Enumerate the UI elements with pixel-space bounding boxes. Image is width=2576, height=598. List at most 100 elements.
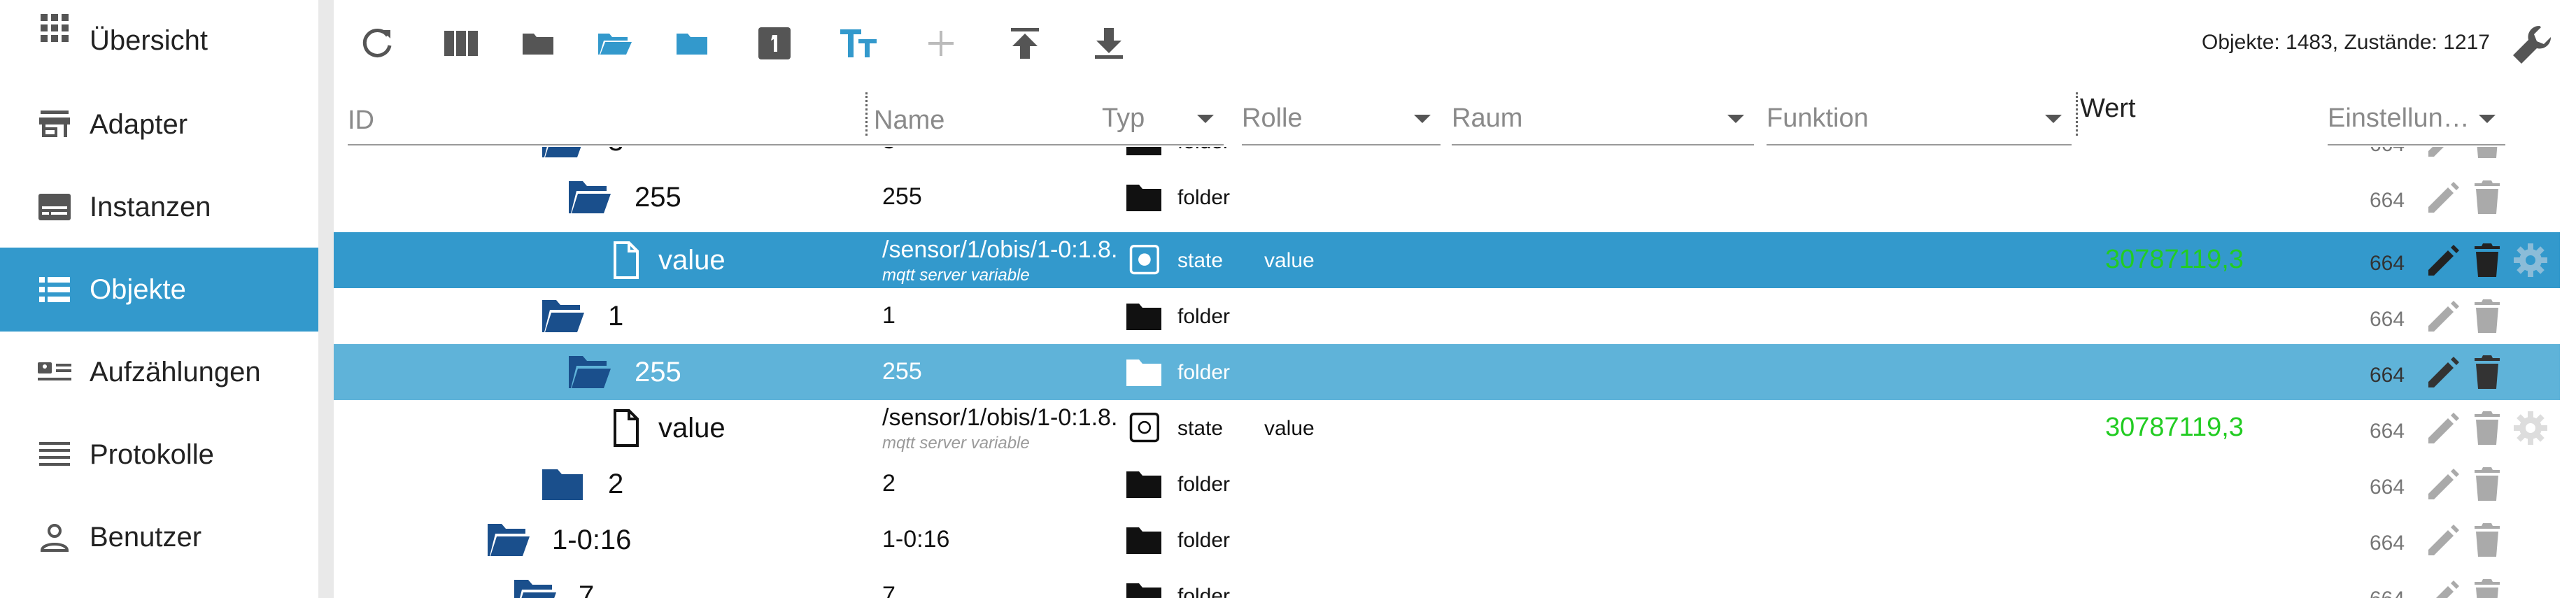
sidebar-item-instanzen[interactable]: Instanzen [0, 165, 318, 249]
edit-icon[interactable] [2426, 179, 2462, 215]
tree-row[interactable]: 3 3 folder 664 [334, 147, 2560, 169]
id-filter[interactable] [348, 95, 878, 145]
settings-button[interactable] [2507, 20, 2557, 70]
object-role: value [1264, 249, 1315, 272]
state-icon [1129, 245, 1159, 275]
sidebar-item-label: Aufzählungen [90, 356, 261, 387]
folder-icon [1126, 527, 1161, 554]
store-icon [36, 106, 73, 143]
tree-row[interactable]: 255 255 folder 664 [334, 169, 2560, 225]
settings-column-filter[interactable]: Einstellun… [2328, 95, 2505, 145]
type-filter[interactable]: Typ [1102, 95, 1224, 145]
object-id: value [658, 245, 726, 276]
edit-icon[interactable] [2426, 354, 2462, 390]
sidebar-item-uebersicht[interactable]: Übersicht [0, 0, 318, 84]
folder-open-icon [542, 147, 581, 157]
object-name: 2 [882, 470, 896, 497]
upload-button[interactable] [1003, 21, 1047, 66]
list-icon [36, 271, 73, 308]
delete-icon[interactable] [2469, 522, 2505, 558]
object-value[interactable]: 30787119,3 [2105, 245, 2244, 275]
value-column-header: Wert [2080, 94, 2136, 123]
tree-row-selected[interactable]: value /sensor/1/obis/1-0:1.8. mqtt serve… [334, 232, 2560, 288]
sidebar-item-objekte[interactable]: Objekte [0, 248, 318, 332]
tree-row-highlighted[interactable]: 255 255 folder 664 [334, 344, 2560, 400]
object-id: 7 [579, 581, 595, 598]
tree-row[interactable]: 2 2 folder 664 [334, 456, 2560, 512]
delete-icon[interactable] [2469, 578, 2505, 598]
expand-all-button[interactable] [593, 21, 637, 66]
number-one-icon [758, 27, 791, 59]
object-type: folder [1177, 529, 1231, 552]
folder-icon [1126, 147, 1161, 155]
object-id: 255 [635, 357, 681, 387]
grid-icon [36, 14, 73, 60]
object-value[interactable]: 30787119,3 [2105, 413, 2244, 443]
edit-icon[interactable] [2426, 147, 2462, 159]
columns-icon [444, 31, 478, 56]
collapse-all-button[interactable] [516, 21, 560, 66]
chevron-down-icon [1197, 115, 1214, 123]
edit-icon[interactable] [2426, 578, 2462, 598]
object-acl: 664 [2370, 588, 2405, 598]
folder-icon [1126, 471, 1161, 498]
sidebar-item-protokolle[interactable]: Protokolle [0, 413, 318, 497]
name-filter[interactable] [874, 95, 1112, 145]
text-size-button[interactable] [836, 21, 881, 66]
user-icon [36, 519, 73, 555]
edit-icon[interactable] [2426, 410, 2462, 446]
tree-row[interactable]: value /sensor/1/obis/1-0:1.8. mqtt serve… [334, 400, 2560, 456]
log-icon [36, 436, 73, 473]
edit-icon[interactable] [2426, 466, 2462, 502]
chevron-down-icon [1414, 115, 1431, 123]
role-filter[interactable]: Rolle [1242, 95, 1441, 145]
object-tree: 3 3 folder 664 255 255 folder 664 [334, 147, 2576, 598]
object-name: 255 [882, 183, 922, 210]
tree-row[interactable]: 1-0:16 1-0:16 folder 664 [334, 512, 2560, 568]
object-name: 255 [882, 358, 922, 385]
sidebar-item-aufzaehlungen[interactable]: Aufzählungen [0, 330, 318, 414]
object-name: /sensor/1/obis/1-0:1.8. [882, 236, 1117, 263]
delete-icon[interactable] [2469, 242, 2505, 278]
delete-icon[interactable] [2469, 354, 2505, 390]
delete-icon[interactable] [2469, 298, 2505, 334]
delete-icon[interactable] [2469, 466, 2505, 502]
object-role: value [1264, 417, 1315, 440]
object-name: 3 [882, 147, 1117, 155]
delete-icon[interactable] [2469, 410, 2505, 446]
refresh-button[interactable] [355, 21, 399, 66]
function-filter[interactable]: Funktion [1767, 95, 2072, 145]
sidebar-item-label: Benutzer [90, 521, 202, 553]
name-filter-input[interactable] [874, 101, 1112, 140]
column-resize-handle[interactable] [865, 92, 868, 136]
delete-icon[interactable] [2469, 179, 2505, 215]
delete-icon[interactable] [2469, 147, 2505, 159]
folder-closed-icon [523, 34, 553, 55]
object-count: Objekte: 1483, Zustände: 1217 [2202, 31, 2490, 54]
object-description: mqtt server variable [882, 434, 1030, 453]
object-type: folder [1177, 147, 1230, 154]
edit-icon[interactable] [2426, 242, 2462, 278]
gear-icon[interactable] [2512, 242, 2549, 278]
edit-icon[interactable] [2426, 298, 2462, 334]
download-button[interactable] [1087, 21, 1131, 66]
function-filter-label: Funktion [1767, 104, 1869, 133]
room-filter[interactable]: Raum [1452, 95, 1754, 145]
number-one-button[interactable] [752, 21, 797, 66]
chevron-down-icon [2045, 115, 2062, 123]
folder-open-icon [598, 34, 632, 55]
add-button[interactable] [919, 21, 963, 66]
id-filter-input[interactable] [348, 101, 878, 140]
enum-icon [36, 354, 73, 390]
tree-row[interactable]: 7 7 folder 664 [334, 568, 2560, 598]
expand-one-level-button[interactable] [670, 21, 714, 66]
gear-icon[interactable] [2512, 410, 2549, 446]
columns-button[interactable] [439, 21, 483, 66]
column-resize-handle[interactable] [2076, 92, 2078, 136]
object-type: folder [1177, 361, 1231, 384]
edit-icon[interactable] [2426, 522, 2462, 558]
sidebar-item-adapter[interactable]: Adapter [0, 83, 318, 166]
folder-icon [1126, 185, 1161, 211]
sidebar-item-benutzer[interactable]: Benutzer [0, 495, 318, 579]
tree-row[interactable]: 1 1 folder 664 [334, 288, 2560, 344]
